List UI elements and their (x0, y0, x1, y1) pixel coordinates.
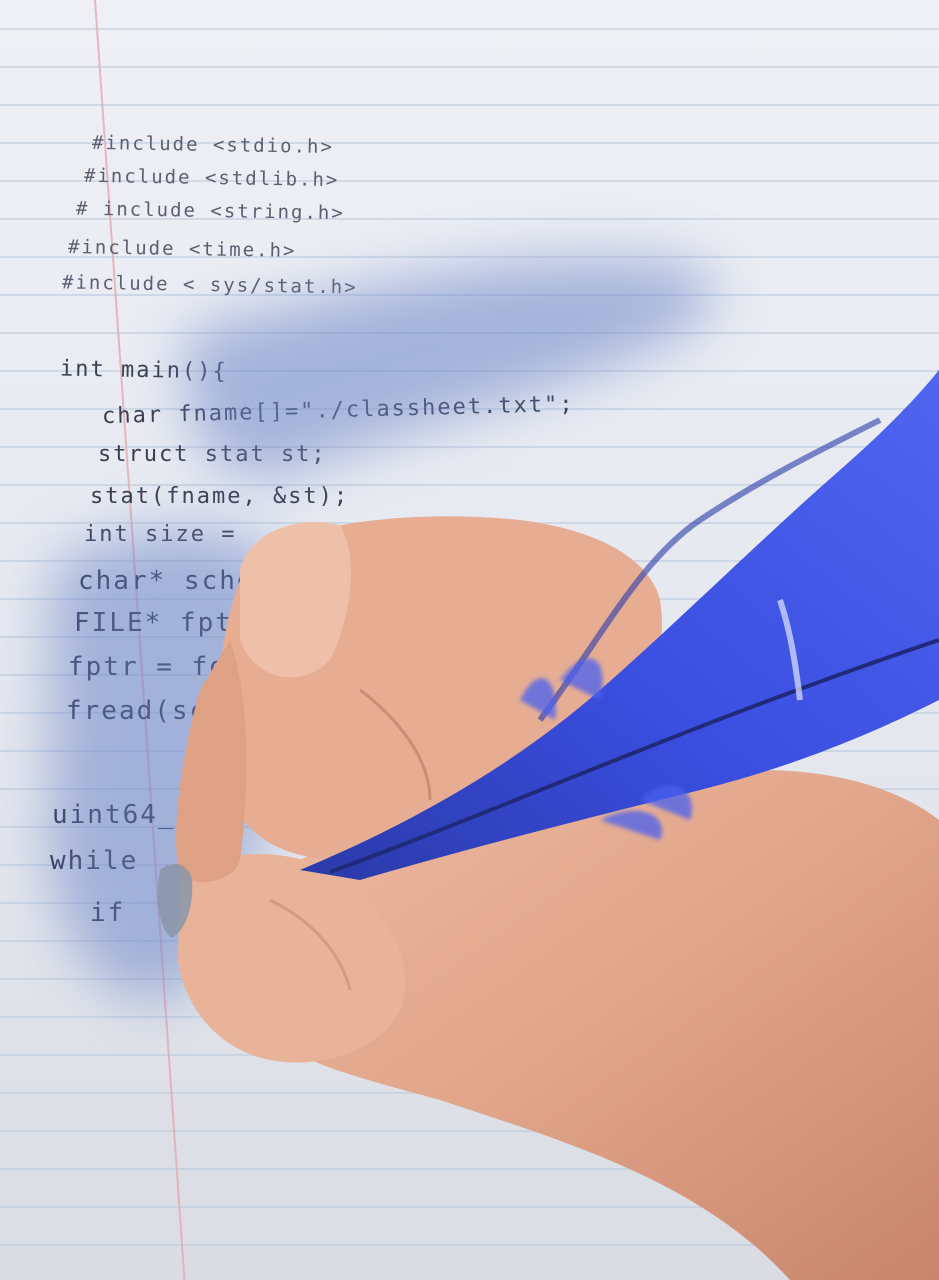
paper-rule-line (0, 788, 939, 790)
paper-rule-line (0, 940, 939, 942)
code-line-include-stdlib: #include <stdlib.h> (83, 164, 340, 192)
paper-rule-line (0, 1092, 939, 1094)
paper-rule-line (0, 28, 939, 30)
code-line-main: int main(){ (59, 356, 228, 385)
code-line-struct-stat: struct stat st; (98, 442, 327, 467)
code-line-stat-call: stat(fname, &st); (90, 484, 350, 509)
code-line-include-stdio: #include <stdio.h> (91, 131, 335, 159)
paper-rule-line (0, 1054, 939, 1056)
code-line-include-time: #include <time.h> (67, 236, 297, 262)
paper-rule-line (0, 978, 939, 980)
code-line-int-size: int size = (84, 522, 237, 547)
code-line-include-string: # include <string.h> (75, 197, 345, 225)
paper-rule-line (0, 598, 939, 600)
code-line-file-ptr: FILE* fpt (74, 608, 233, 638)
paper-rule-line (0, 332, 939, 334)
paper-rule-line (0, 1244, 939, 1246)
code-line-if: if (90, 898, 126, 928)
paper-rule-line (0, 902, 939, 904)
code-line-fopen: fptr = fop (68, 652, 245, 682)
paper-rule-line (0, 1206, 939, 1208)
paper-rule-line (0, 750, 939, 752)
paper-rule-line (0, 864, 939, 866)
paper-rule-line (0, 1016, 939, 1018)
code-line-while: while (50, 846, 139, 876)
paper-rule-line (0, 1168, 939, 1170)
paper-rule-line (0, 66, 939, 68)
photo-scene: #include <stdio.h> #include <stdlib.h> #… (0, 0, 939, 1280)
code-line-uint64: uint64_t (52, 800, 194, 830)
code-line-fread: fread(sche (66, 696, 243, 726)
paper-rule-line (0, 1130, 939, 1132)
code-line-char-sched: char* sche (78, 566, 255, 596)
paper-rule-line (0, 104, 939, 106)
paper-rule-line (0, 560, 939, 562)
notebook-paper (0, 0, 939, 1280)
